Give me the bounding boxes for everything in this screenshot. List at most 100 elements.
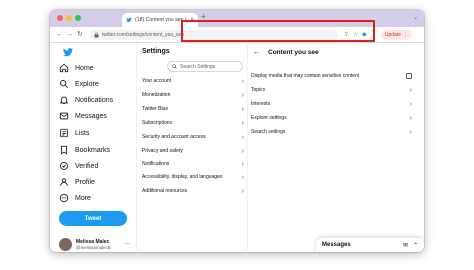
- profile-icon: [60, 178, 68, 186]
- chevron-right-icon: ›: [241, 119, 244, 127]
- chevron-right-icon: ›: [241, 105, 244, 113]
- page-title: Content you see: [268, 48, 319, 56]
- chevron-right-icon: ›: [241, 160, 244, 168]
- content-item-explore-settings[interactable]: Explore settings ›: [248, 112, 424, 124]
- chevron-right-icon: ›: [409, 86, 412, 94]
- content-header: ← Content you see: [248, 44, 424, 60]
- tweet-button[interactable]: Tweet: [59, 211, 127, 226]
- twitter-page: Home Explore Notifications Messages List…: [50, 44, 424, 252]
- tab-title: (18) Content you see / Twitter: [135, 17, 187, 23]
- profile-handle: @melissamalec8: [76, 245, 111, 250]
- nav-label: Profile: [75, 178, 95, 186]
- highlight-box: [181, 20, 375, 42]
- settings-item-twitter-blue[interactable]: Twitter Blue ›: [137, 103, 249, 115]
- home-icon: [59, 63, 69, 73]
- nav-label: Messages: [75, 112, 107, 120]
- lock-icon: [94, 32, 99, 38]
- sensitive-media-checkbox[interactable]: [406, 73, 412, 79]
- messages-drawer-label: Messages: [322, 242, 351, 248]
- nav-label: Home: [75, 64, 94, 72]
- nav-profile[interactable]: Profile: [59, 176, 95, 188]
- settings-item-label: Monetization: [142, 92, 171, 98]
- content-item-label: Search settings: [251, 129, 286, 135]
- chevron-right-icon: ›: [409, 114, 412, 122]
- list-icon: [60, 128, 68, 138]
- settings-search-input[interactable]: Search Settings: [167, 61, 243, 72]
- nav-label: Explore: [75, 80, 99, 88]
- bell-icon: [59, 96, 69, 105]
- close-window-button[interactable]: [57, 15, 63, 21]
- bookmark-icon: [61, 145, 67, 155]
- more-icon: [59, 193, 69, 203]
- nav-label: More: [75, 194, 91, 202]
- verified-icon: [60, 162, 68, 170]
- content-item-interests[interactable]: Interests ›: [248, 98, 424, 110]
- chevron-right-icon: ›: [241, 187, 244, 195]
- content-item-label: Interests: [251, 101, 271, 107]
- settings-item-label: Subscriptions: [142, 120, 173, 126]
- maximize-window-button[interactable]: [75, 15, 81, 21]
- minimize-window-button[interactable]: [66, 15, 72, 21]
- nav-label: Notifications: [75, 96, 114, 104]
- update-label: Update: [384, 32, 401, 38]
- settings-item-label: Accessibility, display, and languages: [142, 174, 223, 180]
- settings-item-your-account[interactable]: Your account ›: [137, 75, 249, 87]
- settings-item-label: Your account: [142, 78, 172, 84]
- settings-item-additional-resources[interactable]: Additional resources ›: [137, 185, 249, 197]
- settings-item-label: Twitter Blue: [142, 106, 169, 112]
- settings-title: Settings: [142, 48, 170, 55]
- sensitive-media-label: Display media that may contain sensitive…: [251, 73, 360, 79]
- settings-item-privacy[interactable]: Privacy and safety ›: [137, 145, 249, 157]
- chevron-right-icon: ›: [409, 128, 412, 136]
- settings-item-accessibility[interactable]: Accessibility, display, and languages ›: [137, 171, 249, 183]
- settings-item-label: Notifications: [142, 161, 170, 167]
- content-column: ← Content you see Display media that may…: [248, 44, 424, 252]
- back-icon[interactable]: ←: [56, 30, 63, 40]
- content-item-search-settings[interactable]: Search settings ›: [248, 126, 424, 138]
- search-placeholder: Search Settings: [180, 63, 216, 70]
- chevron-right-icon: ›: [409, 100, 412, 108]
- nav-home[interactable]: Home: [59, 62, 94, 74]
- sensitive-media-row[interactable]: Display media that may contain sensitive…: [248, 70, 424, 82]
- expand-icon[interactable]: ⌃: [413, 242, 418, 249]
- nav-label: Lists: [75, 129, 90, 137]
- content-item-label: Explore settings: [251, 115, 287, 121]
- nav-explore[interactable]: Explore: [59, 78, 99, 90]
- nav-lists[interactable]: Lists: [59, 127, 89, 139]
- twitter-logo-icon[interactable]: [62, 47, 74, 58]
- search-icon: [172, 64, 177, 69]
- nav-bookmarks[interactable]: Bookmarks: [59, 144, 110, 156]
- settings-column: Settings Search Settings Your account › M…: [136, 44, 248, 252]
- account-switcher[interactable]: Melissa Malec @melissamalec8: [59, 238, 110, 251]
- nav-messages[interactable]: Messages: [59, 110, 107, 122]
- tab-search-icon[interactable]: ⌄: [413, 14, 418, 21]
- avatar: [59, 238, 72, 251]
- nav-notifications[interactable]: Notifications: [59, 94, 113, 106]
- settings-item-monetization[interactable]: Monetization ›: [137, 89, 249, 101]
- new-message-icon[interactable]: ✉: [403, 242, 408, 249]
- mail-icon: [59, 112, 69, 120]
- settings-item-notifications[interactable]: Notifications ›: [137, 158, 249, 170]
- chevron-right-icon: ›: [241, 133, 244, 141]
- nav-verified[interactable]: Verified: [59, 160, 98, 172]
- nav-more[interactable]: More: [59, 192, 91, 204]
- chevron-right-icon: ›: [241, 147, 244, 155]
- menu-kebab-icon: ⋮: [403, 32, 408, 38]
- settings-item-security[interactable]: Security and account access ›: [137, 131, 249, 143]
- chevron-right-icon: ›: [241, 91, 244, 99]
- settings-item-label: Privacy and safety: [142, 148, 183, 154]
- messages-drawer[interactable]: Messages ✉ ⌃: [316, 238, 424, 252]
- settings-item-label: Additional resources: [142, 188, 188, 194]
- content-item-topics[interactable]: Topics ›: [248, 84, 424, 96]
- account-more-icon[interactable]: ···: [124, 241, 130, 247]
- update-button[interactable]: Update ⋮: [380, 30, 412, 40]
- settings-item-label: Security and account access: [142, 134, 206, 140]
- twitter-favicon-icon: [126, 17, 132, 23]
- chevron-right-icon: ›: [241, 77, 244, 85]
- forward-icon[interactable]: →: [66, 30, 73, 40]
- nav-label: Verified: [75, 162, 99, 170]
- settings-item-subscriptions[interactable]: Subscriptions ›: [137, 117, 249, 129]
- reload-icon[interactable]: ↻: [77, 30, 83, 40]
- back-arrow-icon[interactable]: ←: [253, 49, 260, 56]
- chevron-right-icon: ›: [241, 173, 244, 181]
